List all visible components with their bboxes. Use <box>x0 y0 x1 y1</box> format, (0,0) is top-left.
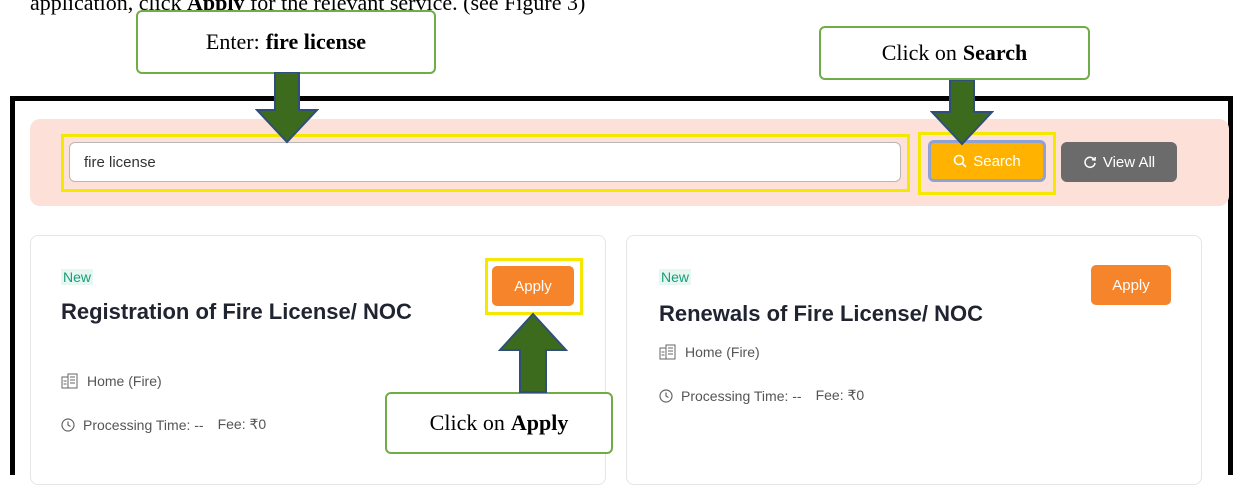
callout-search: Click on Search <box>819 26 1090 80</box>
refresh-icon <box>1084 156 1096 169</box>
callout-apply-bold: Apply <box>510 410 569 435</box>
callout-apply: Click on Apply <box>385 392 613 454</box>
view-all-label: View All <box>1102 153 1156 171</box>
service-title: Renewals of Fire License/ NOC <box>659 301 983 326</box>
search-button[interactable]: Search <box>928 140 1046 182</box>
department: Home (Fire) <box>61 373 162 389</box>
callout-enter-bold: fire license <box>265 29 367 54</box>
building-icon <box>659 344 676 360</box>
callout-search-prefix: Click on <box>881 40 957 65</box>
callout-enter-prefix: Enter: <box>205 29 260 54</box>
search-icon <box>953 154 967 168</box>
apply-button[interactable]: Apply <box>1091 265 1171 305</box>
up-arrow-icon <box>498 312 568 393</box>
callout-search-bold: Search <box>962 40 1028 65</box>
department-label: Home (Fire) <box>685 344 760 360</box>
department: Home (Fire) <box>659 344 760 360</box>
callout-enter: Enter: fire license <box>136 10 436 74</box>
view-all-button[interactable]: View All <box>1061 142 1177 182</box>
callout-apply-prefix: Click on <box>429 410 505 435</box>
clock-icon <box>659 388 673 403</box>
processing-time: Processing Time: -- <box>681 387 802 404</box>
fee: Fee: ₹0 <box>217 416 267 432</box>
processing-time: Processing Time: -- <box>83 416 204 433</box>
down-arrow-icon <box>930 80 994 146</box>
search-button-label: Search <box>973 152 1021 170</box>
service-meta: Processing Time: -- Fee: ₹0 <box>659 387 864 404</box>
clock-icon <box>61 417 75 432</box>
service-meta: Processing Time: -- Fee: ₹0 <box>61 416 266 433</box>
apply-button[interactable]: Apply <box>492 266 574 306</box>
department-label: Home (Fire) <box>87 373 162 389</box>
fee: Fee: ₹0 <box>815 387 865 403</box>
down-arrow-icon <box>255 72 319 144</box>
service-title: Registration of Fire License/ NOC <box>61 299 412 324</box>
new-badge: New <box>659 269 692 285</box>
building-icon <box>61 373 78 389</box>
new-badge: New <box>61 269 94 285</box>
search-input[interactable] <box>69 142 901 182</box>
